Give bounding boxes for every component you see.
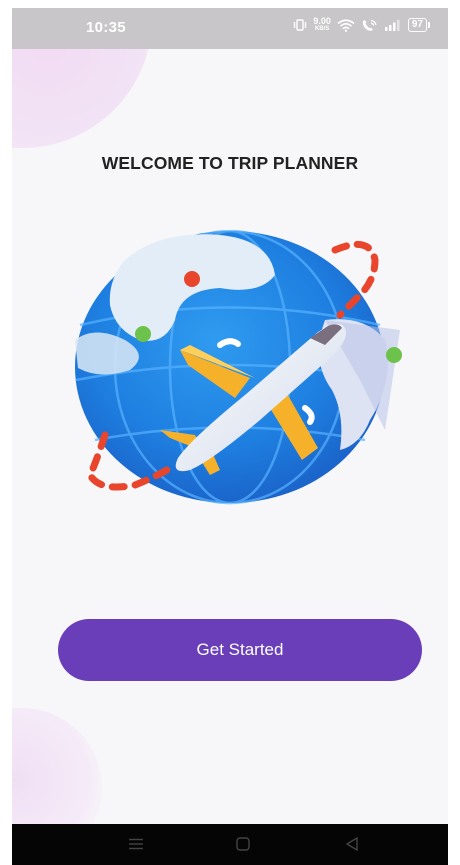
navigation-bar	[12, 824, 448, 865]
welcome-title: WELCOME TO TRIP PLANNER	[101, 153, 359, 173]
volte-call-icon	[362, 19, 377, 31]
wifi-icon	[337, 18, 355, 32]
status-time: 10:35	[86, 19, 126, 36]
back-icon[interactable]	[340, 834, 364, 854]
vibrate-icon	[294, 19, 307, 31]
status-bar: 10:35 9.00 KB/S 97	[12, 8, 448, 49]
screen: 10:35 9.00 KB/S 97 WELCOME TO TRIP PLANN…	[12, 8, 448, 865]
network-speed: 9.00 KB/S	[313, 17, 331, 33]
travel-globe-illustration	[75, 230, 402, 505]
get-started-button[interactable]: Get Started	[58, 619, 422, 681]
home-icon[interactable]	[231, 834, 255, 854]
location-pin-green-left	[135, 326, 151, 342]
signal-icon	[384, 20, 400, 31]
battery-level: 97	[407, 18, 427, 32]
network-speed-unit: KB/S	[314, 26, 330, 32]
location-pin-green-right	[386, 347, 402, 363]
network-speed-value: 9.00	[313, 16, 331, 26]
status-icons: 9.00 KB/S 97	[293, 17, 430, 33]
battery-tip	[428, 22, 430, 28]
menu-icon[interactable]	[124, 834, 148, 854]
location-pin-red	[184, 271, 200, 287]
battery-icon: 97	[407, 18, 430, 32]
